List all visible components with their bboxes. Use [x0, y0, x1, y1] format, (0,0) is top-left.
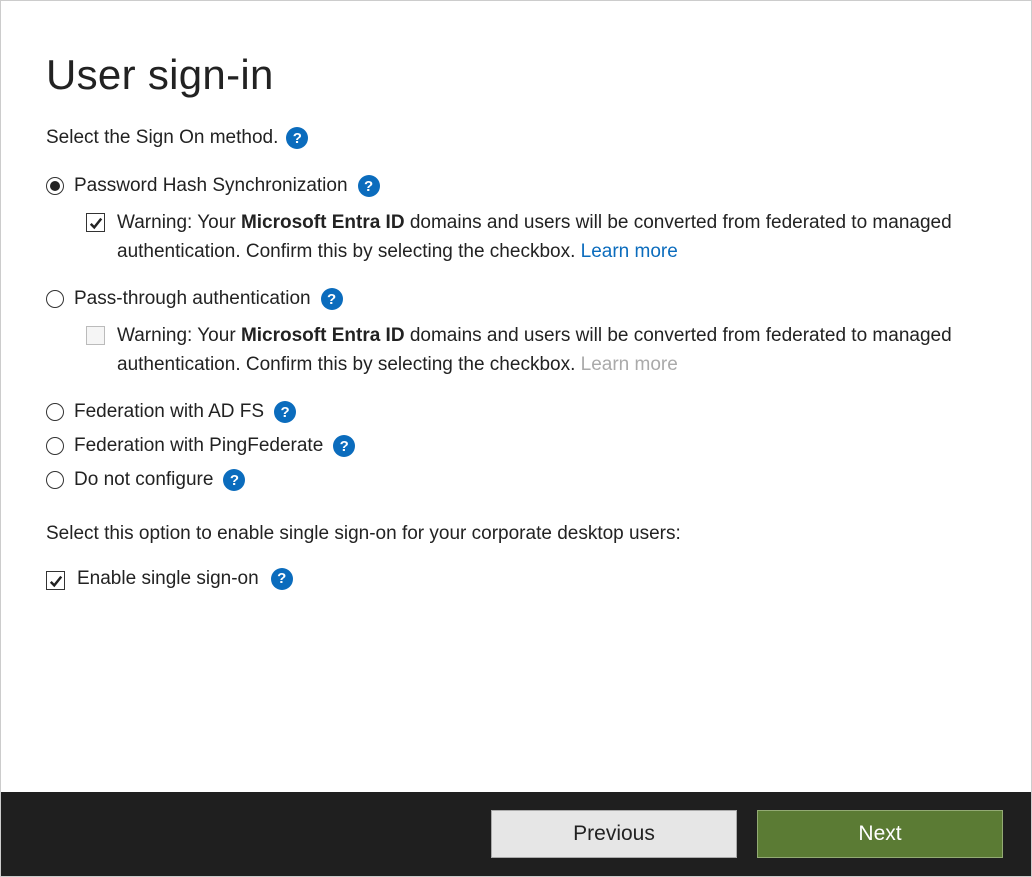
radio-row-phs: Password Hash Synchronization ?: [46, 175, 986, 197]
radio-adfs[interactable]: [46, 403, 64, 421]
phs-warning-bold: Microsoft Entra ID: [241, 212, 405, 233]
radio-phs[interactable]: [46, 177, 64, 195]
footer-bar: Previous Next: [1, 792, 1031, 876]
radio-pta-label: Pass-through authentication: [74, 288, 311, 310]
radio-row-none: Do not configure ?: [46, 469, 986, 491]
help-icon[interactable]: ?: [271, 568, 293, 590]
content-area: User sign-in Select the Sign On method. …: [1, 1, 1031, 792]
sso-label: Enable single sign-on: [77, 568, 259, 590]
radio-none[interactable]: [46, 471, 64, 489]
phs-learn-more-link[interactable]: Learn more: [581, 241, 678, 262]
phs-warning-prefix: Warning: Your: [117, 212, 241, 233]
help-icon[interactable]: ?: [286, 127, 308, 149]
help-icon[interactable]: ?: [358, 175, 380, 197]
radio-ping-label: Federation with PingFederate: [74, 435, 323, 457]
pta-warning-block: Warning: Your Microsoft Entra ID domains…: [86, 322, 986, 379]
page-title: User sign-in: [46, 51, 986, 99]
pta-warning-text: Warning: Your Microsoft Entra ID domains…: [117, 322, 986, 379]
help-icon[interactable]: ?: [333, 435, 355, 457]
phs-warning-checkbox[interactable]: [86, 213, 105, 232]
radio-pta[interactable]: [46, 290, 64, 308]
phs-warning-text: Warning: Your Microsoft Entra ID domains…: [117, 209, 986, 266]
help-icon[interactable]: ?: [321, 288, 343, 310]
radio-row-pta: Pass-through authentication ?: [46, 288, 986, 310]
radio-phs-label: Password Hash Synchronization: [74, 175, 348, 197]
pta-warning-checkbox: [86, 326, 105, 345]
pta-learn-more-link: Learn more: [581, 354, 678, 375]
intro-row: Select the Sign On method. ?: [46, 127, 986, 149]
radio-adfs-label: Federation with AD FS: [74, 401, 264, 423]
pta-warning-bold: Microsoft Entra ID: [241, 325, 405, 346]
intro-text: Select the Sign On method.: [46, 127, 278, 149]
next-button[interactable]: Next: [757, 810, 1003, 858]
radio-row-adfs: Federation with AD FS ?: [46, 401, 986, 423]
sso-section-text: Select this option to enable single sign…: [46, 523, 986, 545]
help-icon[interactable]: ?: [274, 401, 296, 423]
pta-warning-prefix: Warning: Your: [117, 325, 241, 346]
previous-button[interactable]: Previous: [491, 810, 737, 858]
sso-row: Enable single sign-on ?: [46, 567, 986, 590]
radio-ping[interactable]: [46, 437, 64, 455]
radio-row-ping: Federation with PingFederate ?: [46, 435, 986, 457]
radio-none-label: Do not configure: [74, 469, 213, 491]
sso-checkbox[interactable]: [46, 571, 65, 590]
help-icon[interactable]: ?: [223, 469, 245, 491]
phs-warning-block: Warning: Your Microsoft Entra ID domains…: [86, 209, 986, 266]
